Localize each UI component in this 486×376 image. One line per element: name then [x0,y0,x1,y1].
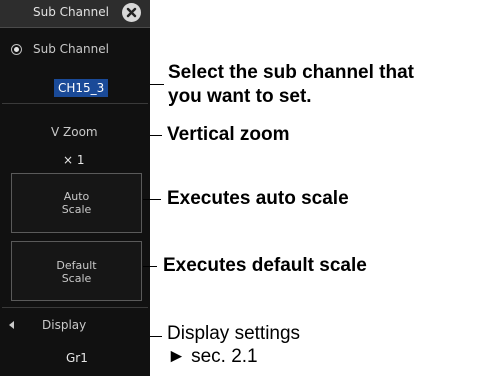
panel-title-bar: Sub Channel [0,0,150,28]
display-value: Gr1 [66,351,88,365]
callout-auto-scale: Executes auto scale [167,188,349,209]
close-icon [126,7,137,18]
sub-channel-panel: Sub Channel Sub Channel CH15_3 V Zoom × … [0,0,150,376]
leader-line [150,84,164,85]
vzoom-label: V Zoom [51,125,98,139]
leader-line [143,199,161,200]
arrow-left-icon [9,321,14,329]
leader-line [150,135,162,136]
display-label: Display [42,318,87,332]
callout-default-scale: Executes default scale [163,255,367,276]
default-scale-label-line1: Default [56,259,97,272]
default-scale-button[interactable]: Default Scale [11,241,142,301]
radio-selected-icon [11,44,22,55]
leader-line [150,336,162,337]
callout-display-line1: Display settings [167,323,301,344]
auto-scale-label-line2: Scale [61,203,92,216]
close-button[interactable] [122,3,141,22]
panel-title: Sub Channel [33,5,109,19]
callout-sub-channel-line1: Select the sub channel that [168,62,414,83]
auto-scale-label-line1: Auto [63,190,90,203]
sub-channel-value: CH15_3 [54,79,109,97]
divider [2,307,148,308]
callout-display-line2: ► sec. 2.1 [167,346,258,367]
auto-scale-button[interactable]: Auto Scale [11,173,142,233]
default-scale-label-line2: Scale [61,272,92,285]
leader-line [143,266,157,267]
sub-channel-label: Sub Channel [33,42,109,56]
vzoom-value: × 1 [63,153,85,167]
callout-sub-channel-line2: you want to set. [168,86,312,107]
callout-vzoom: Vertical zoom [167,124,290,145]
divider [2,103,148,104]
